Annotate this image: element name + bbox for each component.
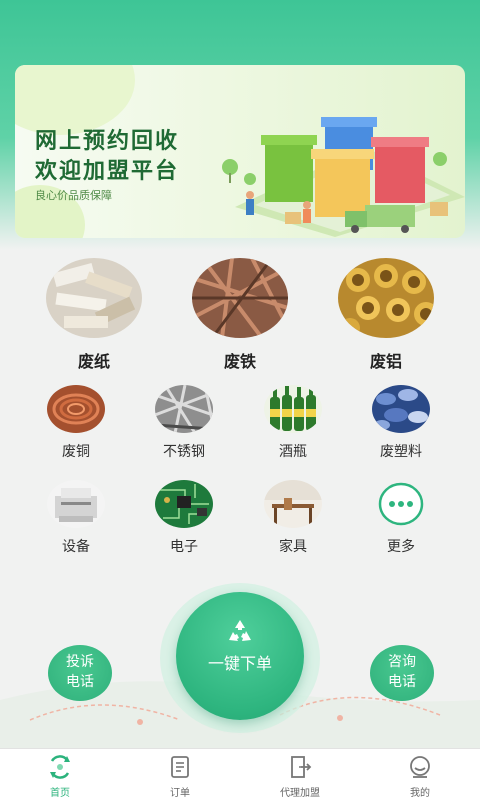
quick-order-button[interactable]: 一键下单 (176, 592, 304, 720)
stainless-steel-photo (155, 385, 213, 433)
waste-paper-photo (46, 258, 142, 338)
category-equipment[interactable]: 设备 (36, 480, 116, 556)
category-label: 更多 (387, 539, 415, 555)
tab-label: 订单 (170, 788, 190, 799)
category-scrap-iron[interactable]: 废铁 (190, 258, 290, 372)
quick-order-label: 一键下单 (207, 654, 272, 673)
category-label: 废铝 (369, 352, 402, 371)
more-icon (372, 480, 430, 528)
tab-agent[interactable]: 代理加盟 (240, 749, 360, 800)
category-bottles[interactable]: 酒瓶 (253, 385, 333, 461)
category-label: 设备 (62, 539, 90, 555)
category-label: 不锈钢 (163, 444, 205, 460)
category-plastic[interactable]: 废塑料 (361, 385, 441, 461)
furniture-photo (264, 480, 322, 528)
consult-line2: 电话 (388, 674, 416, 690)
consult-phone-button[interactable]: 咨询 电话 (370, 645, 434, 701)
beer-bottles-photo (264, 385, 322, 433)
tab-label: 代理加盟 (280, 788, 320, 799)
category-electronics[interactable]: 电子 (144, 480, 224, 556)
recycling-bins-illustration (222, 117, 465, 237)
category-furniture[interactable]: 家具 (253, 480, 333, 556)
banner-title-line1: 网上预约回收 (35, 129, 180, 154)
category-label: 家具 (279, 539, 307, 555)
category-more[interactable]: 更多 (361, 480, 441, 556)
circuit-board-photo (155, 480, 213, 528)
category-stainless-steel[interactable]: 不锈钢 (144, 385, 224, 461)
banner-title-line2: 欢迎加盟平台 (35, 159, 180, 184)
category-label: 废塑料 (380, 444, 422, 460)
complaint-line1: 投诉 (66, 654, 94, 670)
category-waste-paper[interactable]: 废纸 (44, 258, 144, 372)
consult-line1: 咨询 (388, 654, 416, 670)
tab-profile[interactable]: 我的 (360, 749, 480, 800)
category-label: 酒瓶 (279, 444, 307, 460)
category-copper[interactable]: 废铜 (36, 385, 116, 461)
printer-photo (47, 480, 105, 528)
category-label: 电子 (170, 539, 198, 555)
scrap-iron-photo (192, 258, 288, 338)
home-icon (50, 755, 70, 779)
tab-label: 我的 (410, 788, 430, 799)
plastic-bottles-photo (372, 385, 430, 433)
category-label: 废铁 (223, 352, 256, 371)
banner-subtitle: 良心价品质保障 (35, 189, 112, 202)
order-icon (171, 756, 189, 778)
bottom-tab-bar: 首页 订单 代理加盟 我的 (0, 748, 480, 800)
profile-icon (410, 756, 430, 778)
copper-wire-photo (47, 385, 105, 433)
tab-label: 首页 (50, 788, 70, 799)
tab-orders[interactable]: 订单 (120, 749, 240, 800)
recycle-icon (229, 620, 251, 641)
complaint-line2: 电话 (66, 674, 94, 690)
category-scrap-aluminum[interactable]: 废铝 (336, 258, 436, 372)
promo-banner[interactable]: 网上预约回收 欢迎加盟平台 良心价品质保障 (15, 65, 465, 238)
scrap-aluminum-photo (338, 258, 434, 338)
category-label: 废铜 (62, 444, 90, 460)
category-label: 废纸 (77, 352, 110, 371)
agent-icon (291, 756, 312, 778)
tab-home[interactable]: 首页 (0, 749, 120, 800)
complaint-phone-button[interactable]: 投诉 电话 (48, 645, 112, 701)
